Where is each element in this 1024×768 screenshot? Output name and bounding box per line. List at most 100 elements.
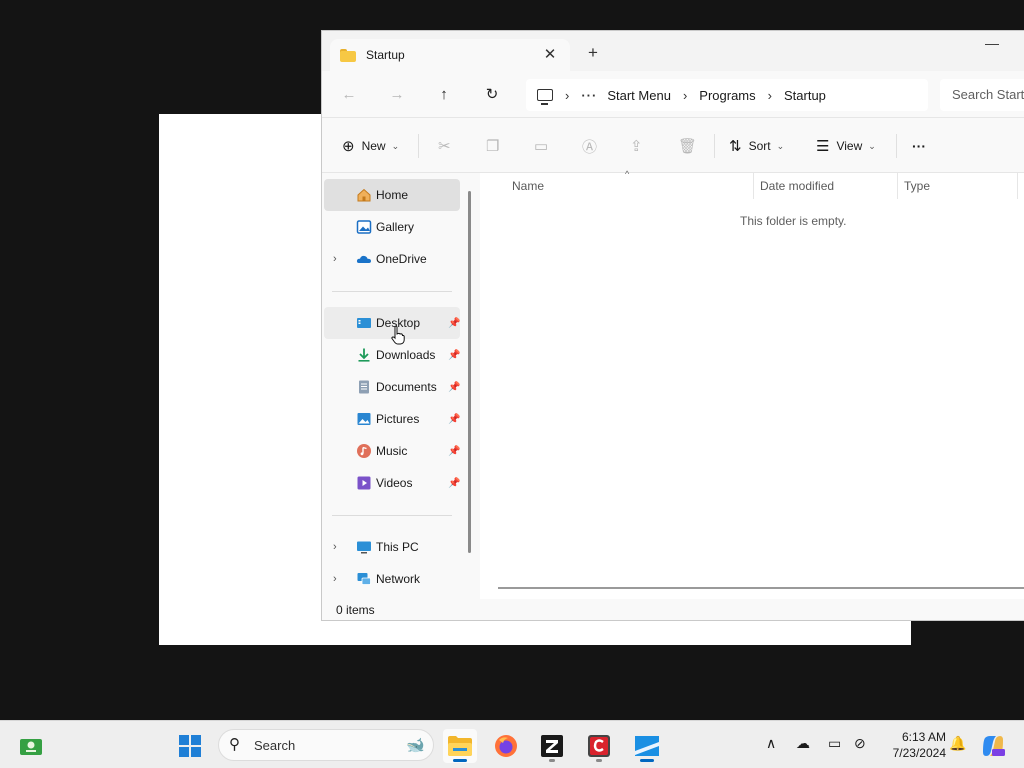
close-tab-button[interactable]: ✕ bbox=[540, 45, 560, 65]
taskbar-firefox[interactable] bbox=[489, 729, 523, 763]
nav-item-this-pc[interactable]: › This PC bbox=[324, 531, 460, 563]
chevron-down-icon: ⌄ bbox=[868, 140, 876, 151]
widgets-button[interactable] bbox=[14, 729, 48, 763]
forward-button[interactable]: → bbox=[385, 83, 409, 107]
horizontal-scrollbar[interactable] bbox=[498, 587, 1024, 589]
file-explorer-icon bbox=[448, 736, 472, 756]
pin-icon[interactable]: 📌 bbox=[448, 478, 460, 489]
copy-icon: ❐ bbox=[486, 138, 500, 155]
column-divider[interactable] bbox=[753, 173, 754, 199]
pin-icon[interactable]: 📌 bbox=[448, 318, 460, 329]
nav-item-label: OneDrive bbox=[376, 252, 427, 266]
nav-item-pictures[interactable]: Pictures 📌 bbox=[324, 403, 460, 435]
new-tab-button[interactable]: + bbox=[582, 42, 604, 64]
nav-item-network[interactable]: › Network bbox=[324, 563, 460, 595]
new-button[interactable]: ⊕ New ⌄ bbox=[342, 134, 399, 158]
status-bar: 0 items bbox=[322, 599, 1024, 620]
taskbar-search-box[interactable]: ⚲ Search 🐋 bbox=[218, 729, 434, 761]
share-button[interactable]: ⇪ bbox=[630, 134, 643, 158]
column-header-type[interactable]: Type bbox=[904, 179, 930, 193]
view-list-icon: ☰ bbox=[816, 138, 830, 155]
tab-title: Startup bbox=[366, 48, 405, 62]
widgets-icon bbox=[20, 739, 42, 755]
back-button[interactable]: ← bbox=[337, 83, 361, 107]
pin-icon[interactable]: 📌 bbox=[448, 446, 460, 457]
nav-item-gallery[interactable]: Gallery bbox=[324, 211, 460, 243]
delete-button[interactable]: 🗑 bbox=[678, 134, 697, 158]
network-status-icon[interactable]: ⊘ bbox=[854, 735, 866, 752]
nav-item-label: This PC bbox=[376, 540, 419, 554]
column-header-date-modified[interactable]: Date modified bbox=[760, 179, 834, 193]
display-icon[interactable]: ▭ bbox=[828, 735, 841, 752]
up-button[interactable]: ↑ bbox=[432, 83, 456, 107]
app-window-icon bbox=[635, 736, 659, 756]
nav-item-videos[interactable]: Videos 📌 bbox=[324, 467, 460, 499]
pin-icon[interactable]: 📌 bbox=[448, 382, 460, 393]
sort-icon: ⇅ bbox=[729, 138, 742, 155]
column-header-name[interactable]: Name bbox=[512, 179, 544, 193]
view-button-label: View bbox=[836, 139, 863, 153]
nav-item-label: Downloads bbox=[376, 348, 436, 362]
paste-button[interactable]: ▭ bbox=[534, 134, 548, 158]
nav-item-music[interactable]: Music 📌 bbox=[324, 435, 460, 467]
nav-pane-scrollbar[interactable] bbox=[468, 191, 471, 553]
network-icon bbox=[357, 573, 371, 585]
breadcrumb-start-menu[interactable]: Start Menu bbox=[607, 88, 671, 103]
empty-folder-message: This folder is empty. bbox=[740, 214, 847, 228]
view-button[interactable]: ☰ View ⌄ bbox=[816, 134, 876, 158]
cloud-offline-icon[interactable]: ☁ bbox=[796, 735, 810, 752]
hand-cursor-icon bbox=[391, 325, 405, 345]
copilot-button[interactable] bbox=[976, 729, 1010, 763]
nav-item-documents[interactable]: Documents 📌 bbox=[324, 371, 460, 403]
more-options-button[interactable]: ··· bbox=[912, 134, 926, 158]
minimize-button[interactable]: — bbox=[982, 35, 1002, 55]
divider bbox=[714, 134, 715, 158]
nav-item-onedrive[interactable]: › OneDrive bbox=[324, 243, 460, 275]
copy-button[interactable]: ❐ bbox=[486, 134, 499, 158]
nav-item-label: Pictures bbox=[376, 412, 420, 426]
chevron-right-icon[interactable]: › bbox=[333, 253, 337, 265]
divider bbox=[332, 515, 452, 516]
plus-circle-icon: ⊕ bbox=[342, 138, 355, 155]
cut-button[interactable]: ✂ bbox=[438, 134, 451, 158]
start-button[interactable] bbox=[173, 729, 207, 763]
new-button-label: New bbox=[361, 139, 386, 153]
pin-icon[interactable]: 📌 bbox=[448, 414, 460, 425]
taskbar-filezilla[interactable] bbox=[535, 729, 569, 763]
breadcrumb-startup[interactable]: Startup bbox=[784, 88, 826, 103]
downloads-icon bbox=[358, 348, 370, 362]
nav-item-label: Home bbox=[376, 188, 409, 202]
copilot-icon bbox=[983, 736, 1005, 756]
sort-ascending-icon: ^ bbox=[625, 169, 630, 179]
rename-button[interactable]: Ⓐ bbox=[582, 134, 597, 158]
taskbar-app[interactable] bbox=[630, 729, 664, 763]
active-indicator bbox=[640, 759, 654, 762]
nav-item-home[interactable]: Home bbox=[324, 179, 460, 211]
show-hidden-icons-chevron-up-icon[interactable]: ∧ bbox=[766, 735, 776, 752]
breadcrumb-overflow[interactable]: ··· bbox=[581, 88, 597, 103]
sort-button[interactable]: ⇅ Sort ⌄ bbox=[729, 134, 784, 158]
pin-icon[interactable]: 📌 bbox=[448, 350, 460, 361]
nav-item-label: Gallery bbox=[376, 220, 415, 234]
column-divider[interactable] bbox=[897, 173, 898, 199]
taskbar-file-explorer[interactable] bbox=[443, 729, 477, 763]
documents-icon bbox=[359, 380, 369, 394]
taskbar-ccleaner[interactable] bbox=[582, 729, 616, 763]
home-icon bbox=[357, 188, 371, 202]
rename-icon: Ⓐ bbox=[582, 138, 598, 156]
column-divider[interactable] bbox=[1017, 173, 1018, 199]
clock-date: 7/23/2024 bbox=[892, 746, 946, 760]
chevron-right-icon[interactable]: › bbox=[333, 541, 337, 553]
divider bbox=[418, 134, 419, 158]
search-input[interactable]: Search Startup bbox=[940, 79, 1024, 111]
chevron-right-icon[interactable]: › bbox=[333, 573, 337, 585]
notifications-bell-icon[interactable]: 🔔 bbox=[949, 735, 966, 752]
tab-startup[interactable]: Startup ✕ bbox=[330, 39, 570, 71]
trash-icon: 🗑 bbox=[678, 138, 698, 155]
breadcrumb-programs[interactable]: Programs bbox=[699, 88, 755, 103]
refresh-button[interactable]: ↻ bbox=[480, 83, 504, 107]
windows-logo-icon bbox=[179, 735, 201, 757]
system-clock[interactable]: 6:13 AM 7/23/2024 bbox=[880, 729, 946, 761]
title-bar: Startup ✕ + — bbox=[322, 31, 1024, 71]
address-bar[interactable]: › ··· Start Menu › Programs › Startup bbox=[526, 79, 928, 111]
